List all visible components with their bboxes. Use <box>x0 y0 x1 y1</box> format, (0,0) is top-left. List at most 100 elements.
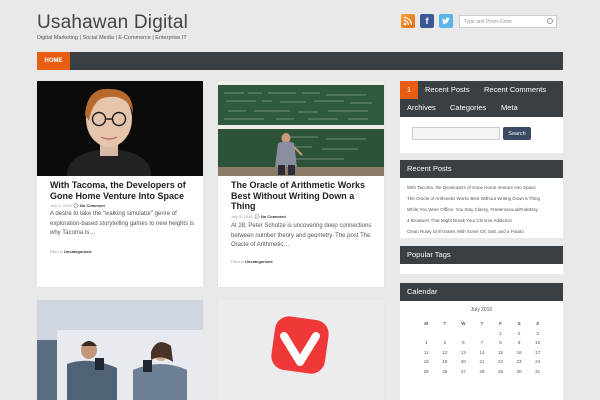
post-filed: Filed in Uncategorized <box>50 249 92 254</box>
recent-post-link[interactable]: While You Were Offline: You Stay Classy,… <box>407 204 540 215</box>
post-thumbnail[interactable] <box>218 81 384 176</box>
calendar-month: July 2016 <box>470 307 493 313</box>
recent-posts-list: With Tacoma, the Developers of Gone Home… <box>407 182 540 237</box>
post-thumbnail[interactable] <box>218 300 384 400</box>
calendar-day: 8 <box>499 340 502 346</box>
calendar-day: 7 <box>480 340 484 346</box>
calendar-day: 12 <box>442 349 448 355</box>
calendar-week-row: 25 26 27 28 29 30 31 <box>417 367 547 377</box>
calendar-day: 4 <box>425 340 428 346</box>
calendar-day: 3 <box>536 330 539 336</box>
calendar-day-header: M <box>424 321 429 327</box>
header-search-input[interactable]: Type and Press Enter <box>459 15 557 28</box>
post-card <box>37 300 203 400</box>
sidebar-search-input[interactable] <box>412 127 500 140</box>
calendar-day: 26 <box>442 368 448 374</box>
calendar-day: 19 <box>442 359 448 365</box>
tab-archives[interactable]: Archives <box>407 99 436 117</box>
site-title[interactable]: Usahawan Digital <box>37 12 188 34</box>
calendar-day: 13 <box>460 349 466 355</box>
calendar-table: M T W T F S S 1 2 3 4 5 6 7 8 9 10 11 12 13 14 15 16 17 1… <box>417 319 547 376</box>
tab-categories[interactable]: Categories <box>450 99 486 117</box>
post-date: July 5, 2016 <box>231 214 253 219</box>
calendar-day: 17 <box>535 349 541 355</box>
post-comments-link[interactable]: No Comment <box>261 214 286 219</box>
calendar-week-row: 4 5 6 7 8 9 10 <box>417 338 547 348</box>
tab-bar: 1 Recent Posts Recent Comments Archives … <box>400 81 563 117</box>
calendar-week-row: 11 12 13 14 15 16 17 <box>417 348 547 358</box>
post-category-link[interactable]: Uncategorized <box>64 249 92 254</box>
sidebar-search-button[interactable]: Search <box>503 127 531 140</box>
comment-icon: 💬 <box>254 214 260 219</box>
calendar-day: 25 <box>423 368 429 374</box>
calendar-widget: Calendar July 2016 M T W T F S S 1234567… <box>400 283 563 400</box>
calendar-day: 20 <box>460 359 466 365</box>
nav-home[interactable]: HOME <box>37 52 70 70</box>
calendar-week-row: 18 19 20 21 22 23 24 <box>417 357 547 367</box>
calendar-day: 29 <box>498 368 504 374</box>
calendar-day-header: S <box>536 321 540 327</box>
widget-title: Popular Tags <box>400 246 563 264</box>
calendar-day: 16 <box>516 349 522 355</box>
popular-tags-widget: Popular Tags <box>400 246 563 274</box>
calendar-day: 14 <box>479 349 485 355</box>
widget-title: Recent Posts <box>400 160 563 178</box>
calendar-day: 22 <box>498 359 504 365</box>
post-meta: July 5, 2016 💬 No Comment <box>231 214 286 219</box>
calendar-day: 9 <box>517 340 521 346</box>
header-search-placeholder: Type and Press Enter <box>464 19 513 25</box>
post-card: With Tacoma, the Developers of Gone Home… <box>37 81 203 287</box>
calendar-day: 21 <box>479 359 485 365</box>
calendar-day: 5 <box>443 340 447 346</box>
recent-post-link[interactable]: The Oracle of Arithmetic Works Best With… <box>407 193 540 204</box>
calendar-day-header: T <box>480 321 484 327</box>
calendar-day-header: W <box>461 321 466 327</box>
post-card <box>218 300 384 400</box>
calendar-day: 27 <box>460 368 466 374</box>
calendar-day: 2 <box>517 330 521 336</box>
search-icon <box>547 18 553 24</box>
post-thumbnail[interactable] <box>37 300 203 400</box>
calendar-day: 6 <box>462 340 465 346</box>
post-category-link[interactable]: Uncategorized <box>245 259 273 264</box>
post-meta: July 5, 2016 💬 No Comment <box>50 203 105 208</box>
facebook-icon[interactable]: f <box>420 14 434 28</box>
recent-posts-widget: Recent Posts With Tacoma, the Developers… <box>400 160 563 238</box>
post-comments-link[interactable]: No Comment <box>80 203 105 208</box>
tabs-widget: 1 Recent Posts Recent Comments Archives … <box>400 81 563 153</box>
rss-icon[interactable] <box>401 14 415 28</box>
calendar-day: 10 <box>535 340 541 346</box>
post-card: The Oracle of Arithmetic Works Best With… <box>218 81 384 287</box>
calendar-day-header: F <box>499 321 502 327</box>
calendar-day: 23 <box>516 359 522 365</box>
calendar-day: 30 <box>516 368 522 374</box>
comment-icon: 💬 <box>73 203 79 208</box>
recent-post-link[interactable]: 4 Browsers That Might Break Your Chrome … <box>407 215 540 226</box>
recent-post-link[interactable]: With Tacoma, the Developers of Gone Home… <box>407 182 540 193</box>
post-thumbnail[interactable] <box>37 81 203 176</box>
filed-label: Filed in <box>50 249 63 254</box>
tab-recent-posts[interactable]: Recent Posts <box>425 81 470 99</box>
calendar-header-row: M T W T F S S <box>417 319 547 329</box>
calendar-week-row: 1 2 3 <box>417 329 547 339</box>
calendar-day <box>454 329 473 339</box>
recent-post-link[interactable]: Clean Rusty Grill Grates With Some Oil, … <box>407 226 540 237</box>
tab-recent-comments[interactable]: Recent Comments <box>484 81 546 99</box>
post-title[interactable]: With Tacoma, the Developers of Gone Home… <box>50 180 195 201</box>
post-filed: Filed in Uncategorized <box>231 259 273 264</box>
post-excerpt: At 28, Peter Scholze is uncovering deep … <box>231 223 372 248</box>
post-title[interactable]: The Oracle of Arithmetic Works Best With… <box>231 180 376 212</box>
twitter-icon[interactable] <box>439 14 453 28</box>
calendar-day: 11 <box>423 349 429 355</box>
calendar-day <box>473 329 492 339</box>
calendar-day: 28 <box>479 368 485 374</box>
calendar-day-header: T <box>443 321 447 327</box>
tab-number[interactable]: 1 <box>400 81 418 99</box>
calendar-day: 24 <box>535 359 541 365</box>
calendar-day <box>436 329 455 339</box>
filed-label: Filed in <box>231 259 244 264</box>
calendar-day: 15 <box>498 349 504 355</box>
calendar-day <box>417 329 436 339</box>
tab-meta[interactable]: Meta <box>501 99 518 117</box>
calendar-day: 31 <box>535 368 541 374</box>
